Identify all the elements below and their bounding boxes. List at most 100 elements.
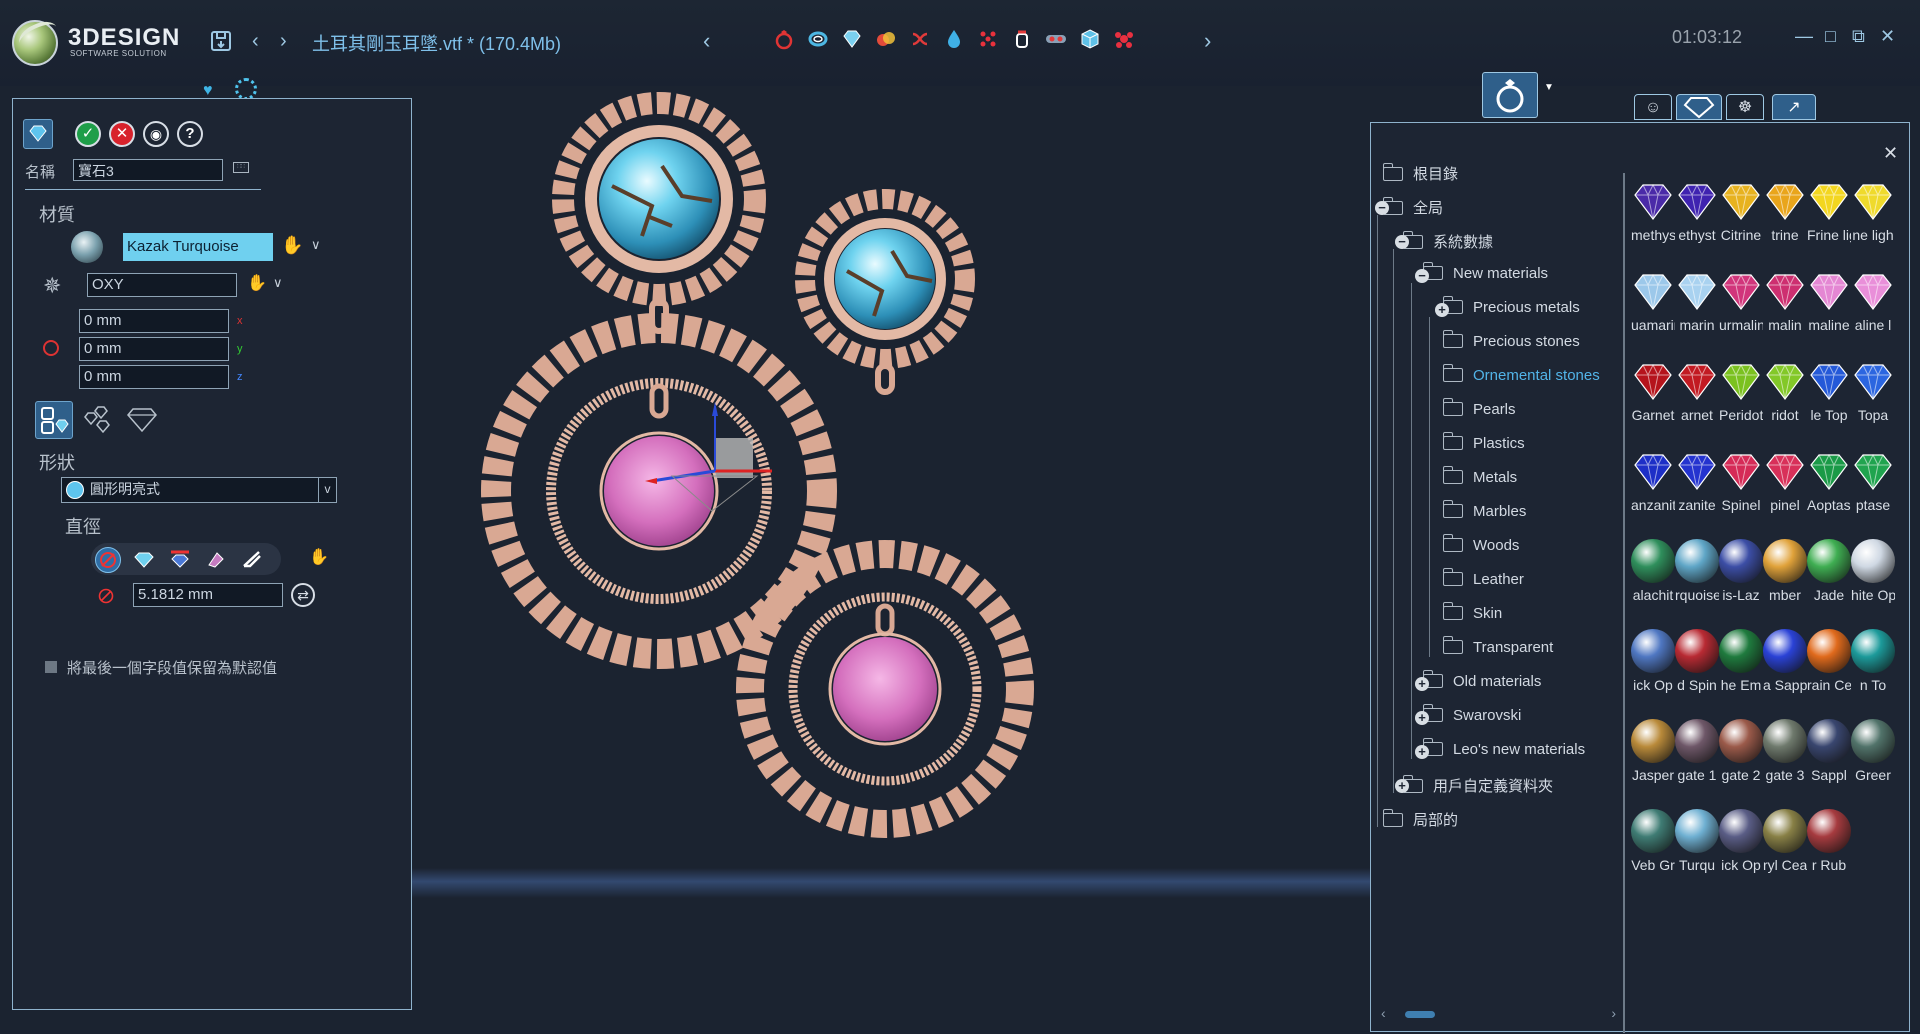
material-swatch[interactable] (1807, 719, 1851, 763)
library-close-icon[interactable]: ✕ (1883, 143, 1898, 164)
material-swatch[interactable] (1675, 719, 1719, 763)
drop-icon[interactable] (942, 28, 966, 52)
tree-folder-item[interactable]: 用戶自定義資料夾 (1402, 775, 1553, 797)
twist-icon[interactable] (908, 28, 932, 52)
gem-icon[interactable] (840, 28, 864, 52)
minimize-icon[interactable]: — (1795, 26, 1813, 47)
material-swatch[interactable] (1851, 359, 1895, 403)
cancel-button[interactable]: ✕ (109, 121, 135, 147)
material-swatch[interactable] (1851, 719, 1895, 763)
tab-gear-gem-icon[interactable] (235, 78, 257, 100)
confirm-button[interactable]: ✓ (75, 121, 101, 147)
color-icon[interactable] (874, 28, 898, 52)
material-swatch[interactable] (1851, 269, 1895, 313)
material-swatch[interactable] (1719, 449, 1763, 493)
collapse-icon[interactable]: − (1415, 269, 1429, 283)
link-icon[interactable] (1044, 28, 1068, 52)
tree-folder-item[interactable]: Marbles (1442, 500, 1526, 525)
jewelry-ring-tab[interactable] (1482, 72, 1538, 118)
cube-icon[interactable] (1078, 28, 1102, 52)
prong-icon[interactable] (1010, 28, 1034, 52)
left-earring[interactable] (481, 92, 837, 669)
axis-dropdown-icon[interactable]: ∨ (273, 275, 283, 291)
save-icon[interactable] (210, 30, 232, 56)
material-swatch[interactable] (1763, 809, 1807, 853)
pave-icon[interactable] (976, 28, 1000, 52)
material-swatch[interactable] (1719, 359, 1763, 403)
shape-dropdown-icon[interactable]: v (318, 478, 336, 502)
material-swatch[interactable] (1851, 539, 1895, 583)
material-swatch[interactable] (1763, 359, 1807, 403)
tree-folder-item[interactable]: Plastics (1442, 432, 1525, 457)
material-swatch[interactable] (1763, 269, 1807, 313)
material-swatch[interactable] (1807, 449, 1851, 493)
material-swatch[interactable] (1719, 179, 1763, 223)
material-swatch[interactable] (1675, 179, 1719, 223)
material-swatch[interactable] (1851, 629, 1895, 673)
ruler-gem-icon[interactable] (169, 549, 191, 574)
toolbar-scroll-left-icon[interactable]: ‹ (703, 30, 710, 52)
keyboard-icon[interactable]: ∷∷ (233, 162, 249, 173)
material-swatch[interactable] (1675, 269, 1719, 313)
material-swatch[interactable] (1675, 629, 1719, 673)
help-icon[interactable]: ? (177, 121, 203, 147)
size-gem-icon[interactable] (133, 551, 155, 574)
tree-folder-item[interactable]: Precious stones (1442, 330, 1580, 355)
gem-outline-mode-icon[interactable] (125, 405, 159, 440)
material-swatch[interactable] (1719, 719, 1763, 763)
material-swatch[interactable] (1807, 269, 1851, 313)
toolbar-scroll-right-icon[interactable]: › (1204, 30, 1211, 52)
material-swatch[interactable] (1719, 539, 1763, 583)
gem-panel-icon[interactable] (23, 119, 53, 149)
bracelet-icon[interactable] (806, 28, 830, 52)
collapse-icon[interactable]: − (1375, 201, 1389, 215)
diameter-field[interactable]: 5.1812 mm (133, 583, 283, 607)
material-swatch[interactable] (1763, 629, 1807, 673)
position-y-field[interactable]: 0 mm (79, 337, 229, 361)
position-x-field[interactable]: 0 mm (79, 309, 229, 333)
material-swatch[interactable] (1675, 539, 1719, 583)
position-z-field[interactable]: 0 mm (79, 365, 229, 389)
diameter-pick-hand-icon[interactable]: ✋ (309, 547, 329, 567)
material-swatch[interactable] (1763, 539, 1807, 583)
tree-folder-item[interactable]: Leather (1442, 568, 1524, 593)
caliper-icon[interactable] (241, 549, 263, 574)
tab-ring-settings-icon[interactable]: ☸ (1726, 94, 1764, 120)
tree-folder-item[interactable]: Precious metals (1442, 296, 1580, 321)
pick-hand-icon[interactable]: ✋ (247, 273, 267, 293)
material-dropdown-icon[interactable]: ∨ (311, 237, 321, 253)
scroll-right-icon[interactable]: › (1611, 1005, 1616, 1021)
right-pink-gem[interactable] (833, 637, 937, 741)
left-pink-gem[interactable] (604, 436, 714, 546)
material-swatch[interactable] (1763, 179, 1807, 223)
right-earring[interactable] (736, 189, 1034, 838)
material-swatch[interactable] (1631, 449, 1675, 493)
shape-select[interactable]: 圓形明亮式 v (61, 477, 337, 503)
keep-default-checkbox[interactable] (45, 661, 57, 673)
tree-folder-item[interactable]: Ornemental stones (1442, 364, 1600, 389)
material-swatch[interactable] (1719, 629, 1763, 673)
diameter-mode-icon[interactable] (95, 547, 121, 573)
material-swatch[interactable] (1807, 359, 1851, 403)
material-swatch[interactable] (1631, 539, 1675, 583)
pick-hand-red-icon[interactable]: ✋ (281, 235, 303, 256)
tree-folder-item[interactable]: 根目錄 (1382, 163, 1458, 185)
swap-units-icon[interactable]: ⇄ (291, 583, 315, 607)
back-icon[interactable]: ‹ (252, 30, 259, 52)
tab-gem-materials-icon[interactable] (1676, 94, 1722, 120)
single-gem-mode-button[interactable] (35, 401, 73, 439)
material-swatch[interactable] (1631, 629, 1675, 673)
ring-icon[interactable] (772, 28, 796, 52)
material-swatch[interactable] (1719, 269, 1763, 313)
tree-horizontal-scrollbar[interactable]: ‹ › (1381, 1005, 1616, 1021)
tree-folder-item[interactable]: Woods (1442, 534, 1519, 559)
material-swatch[interactable] (1807, 539, 1851, 583)
scroll-thumb[interactable] (1405, 1011, 1435, 1018)
material-swatch[interactable] (1675, 449, 1719, 493)
tree-folder-item[interactable]: Swarovski (1422, 704, 1521, 729)
tree-folder-item[interactable]: Skin (1442, 602, 1502, 627)
material-swatch[interactable] (1675, 359, 1719, 403)
material-swatch[interactable] (1807, 179, 1851, 223)
restore-icon[interactable]: ⧉ (1852, 26, 1865, 47)
tree-folder-item[interactable]: Metals (1442, 466, 1517, 491)
